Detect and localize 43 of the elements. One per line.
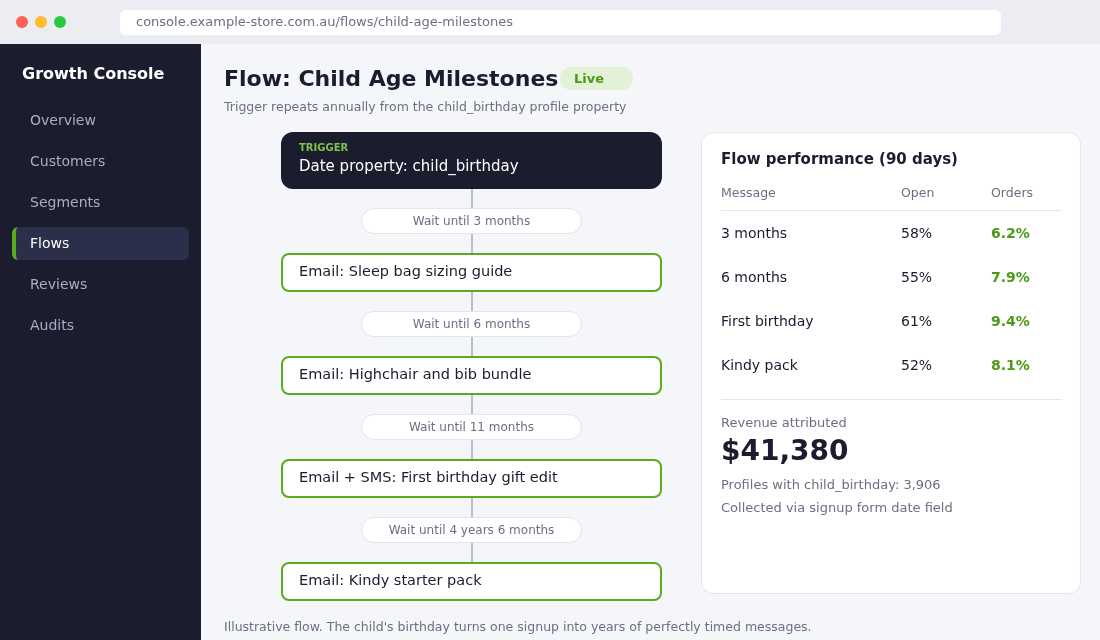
nav-item[interactable]: Segments (12, 186, 189, 219)
nav-item[interactable]: Reviews (12, 268, 189, 301)
status-badge: Live (560, 66, 633, 91)
wait-pill[interactable]: Wait until 11 months (361, 413, 582, 440)
card-title: Flow performance (90 days) (721, 148, 959, 170)
footnote: Illustrative flow. The child's birthday turns one signup into years of perfectly timed messages. (224, 617, 813, 636)
message-node[interactable]: Email: Kindy starter pack (281, 561, 662, 601)
trigger-node[interactable]: TRIGGER Date property: child_birthday (281, 131, 662, 189)
page-title: Flow: Child Age Milestones (224, 65, 560, 93)
table-cell-text: 6.2% (991, 223, 1031, 243)
table-cell-text: 7.9% (991, 267, 1031, 287)
nav-item[interactable]: Audits (12, 309, 189, 342)
table-cell-text: 9.4% (991, 311, 1031, 331)
table-cell-text: 8.1% (991, 355, 1031, 375)
nav-item[interactable]: Flows (12, 227, 189, 260)
note-text: Profiles with child_birthday: 3,906 (721, 475, 942, 494)
message-node[interactable]: Email: Highchair and bib bundle (281, 355, 662, 395)
message-node[interactable]: Email + SMS: First birthday gift edit (281, 458, 662, 498)
nav-item[interactable]: Customers (12, 145, 189, 178)
table-cell-text: 58% (901, 223, 934, 243)
revenue-value: $41,380 (721, 432, 850, 469)
note-text: Collected via signup form date field (721, 499, 954, 517)
column-header: Open (901, 184, 936, 203)
message-node[interactable]: Email: Sleep bag sizing guide (281, 252, 662, 292)
table-cell-text: 3 months (721, 223, 789, 243)
table-cell-text: First birthday (721, 311, 815, 331)
node-caption: TRIGGER (299, 140, 350, 155)
revenue-label: Revenue attributed (721, 414, 848, 432)
table-cell-text: 55% (901, 267, 934, 287)
wait-pill[interactable]: Wait until 6 months (361, 310, 582, 337)
wait-pill[interactable]: Wait until 3 months (361, 207, 582, 234)
app-title: Growth Console (21, 63, 166, 85)
table-cell-text: Kindy pack (721, 355, 799, 375)
nav-item[interactable]: Overview (12, 104, 189, 137)
page-subtitle: Trigger repeats annually from the child_birthday profile property (224, 98, 628, 116)
wait-pill[interactable]: Wait until 4 years 6 months (361, 516, 582, 543)
table-cell-text: 6 months (721, 267, 789, 287)
column-header: Message (721, 184, 777, 203)
table-cell-text: 61% (901, 311, 934, 331)
table-cell-text: 52% (901, 355, 934, 375)
column-header: Orders (991, 184, 1035, 203)
node-label: Date property: child_birthday (299, 155, 520, 177)
address-bar[interactable]: console.example-store.com.au/flows/child-age-milestones (120, 9, 1001, 35)
